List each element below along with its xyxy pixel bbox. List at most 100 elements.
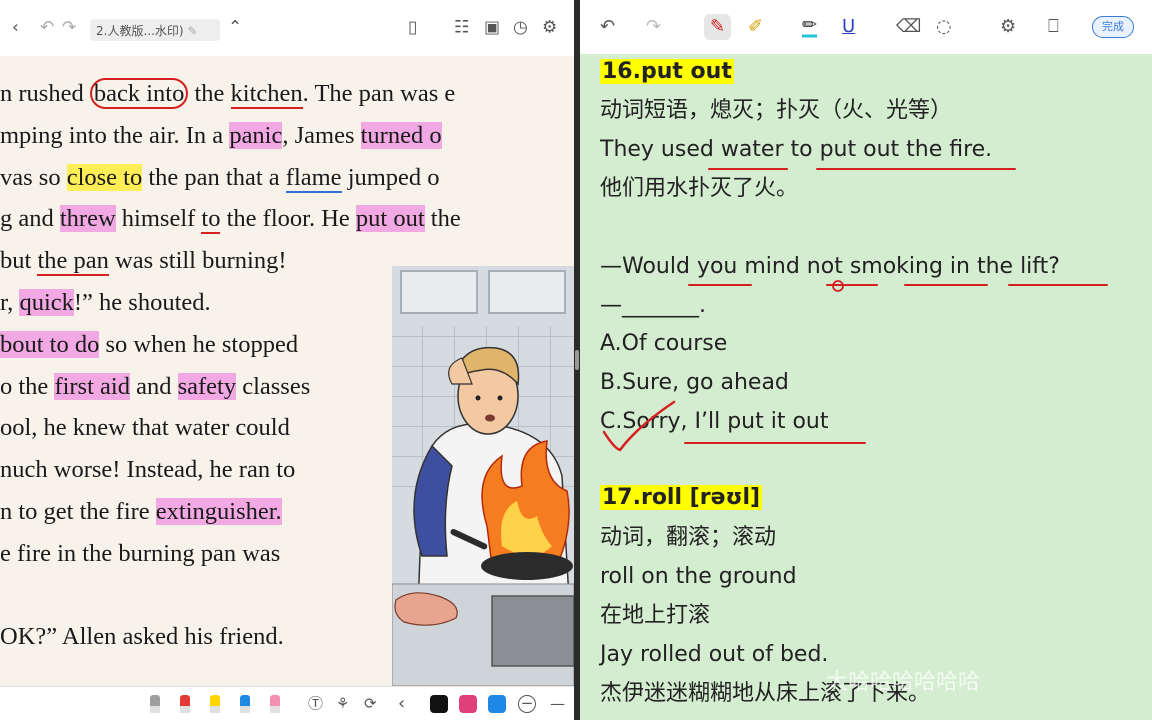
item17-translation: 在地上打滚 (600, 603, 711, 628)
pencil-icon[interactable]: ✎ (187, 24, 197, 38)
book-text-span: mping into the air. In a (0, 121, 230, 149)
book-line: mping into the air. In a panic, James tu… (0, 121, 442, 151)
item17-definition: 动词，翻滚；滚动 (600, 525, 777, 550)
book-line: e fire in the burning pan was (0, 539, 280, 569)
text-highlight-icon[interactable]: ✏ (802, 16, 818, 38)
document-title[interactable]: 2.人教版...水印) ✎ (90, 19, 220, 41)
redo-icon[interactable]: ↷ (62, 19, 76, 37)
chevron-left-icon[interactable]: ‹ (398, 695, 405, 713)
book-text-span: the (188, 80, 231, 107)
color-swatch[interactable] (430, 695, 448, 713)
ink-underline-put-out-the-fire (816, 168, 1016, 170)
done-button[interactable]: 完成 (1092, 16, 1134, 38)
pdf-reader-pane: ‹ ↶ ↷ 2.人教版...水印) ✎ ⌃ ▯ ☷ ▣ ◷ ⚙ n rushed… (0, 0, 574, 720)
zoom-out-button[interactable]: − (518, 695, 536, 713)
book-text-span: classes (236, 372, 311, 400)
annotated-text: panic (229, 121, 283, 149)
book-text-span: OK?” Allen asked his friend. (0, 623, 284, 651)
book-text-span: so when he stopped (99, 330, 299, 358)
kitchen-fire-illustration (392, 266, 574, 686)
annotated-text: first aid (54, 372, 130, 400)
book-line: o the first aid and safety classes (0, 372, 310, 402)
book-line: r, quick!” he shouted. (0, 288, 211, 318)
notes-canvas[interactable]: 16.put out 动词短语，熄灭；扑灭（火、光等） They used wa… (580, 54, 1152, 720)
pen-tool[interactable] (270, 695, 280, 713)
book-line: g and threw himself to the floor. He put… (0, 204, 461, 235)
book-text-span: g and (0, 205, 60, 233)
book-line: nuch worse! Instead, he ran to (0, 455, 295, 485)
book-text-span: n rushed (0, 80, 90, 107)
lasso-icon[interactable]: ◌ (936, 18, 952, 36)
book-text-span: . The pan was e (302, 80, 456, 107)
page-icon[interactable]: ▯ (408, 19, 417, 37)
boy-with-flaming-pan-drawing (392, 346, 574, 686)
text-recognize-icon[interactable]: ☷ (454, 19, 469, 37)
color-swatch[interactable] (488, 695, 506, 713)
book-line: but the pan was still burning! (0, 246, 287, 277)
pen-icon[interactable]: ✎ (704, 14, 732, 40)
annotated-text: safety (177, 372, 237, 400)
reader-toolbar: ‹ ↶ ↷ 2.人教版...水印) ✎ ⌃ ▯ ☷ ▣ ◷ ⚙ (0, 0, 574, 56)
item16-title: 16.put out (600, 59, 734, 84)
ink-underline-mind (688, 284, 752, 286)
answer-blank: —_______. (600, 293, 706, 318)
annotated-text: to (201, 205, 221, 235)
book-text-span: !” he shouted. (73, 289, 211, 316)
ink-underline-put-it-out (684, 442, 866, 444)
camera-icon[interactable]: ▣ (484, 19, 500, 37)
ink-underline-water (708, 168, 788, 170)
book-line: vas so close to the pan that a flame jum… (0, 163, 440, 193)
pen-tool[interactable] (240, 695, 250, 713)
pen-tool[interactable] (150, 695, 160, 713)
annotated-text: threw (59, 205, 116, 233)
book-line: bout to do so when he stopped (0, 330, 298, 360)
book-text-span: jumped o (341, 163, 440, 191)
color-swatch[interactable] (457, 693, 479, 715)
redo-icon[interactable]: ↷ (646, 18, 661, 36)
ink-underline-smoking (904, 284, 988, 286)
pen-tool[interactable] (180, 695, 190, 713)
book-text-span: himself (115, 205, 202, 233)
annotated-text: put out (355, 205, 425, 233)
item17-example: roll on the ground (600, 564, 797, 589)
eraser-icon[interactable]: ⌫ (896, 18, 921, 36)
shapes-icon[interactable]: ⚘ (336, 696, 349, 712)
book-line: n to get the fire extinguisher. (0, 497, 282, 527)
minus-icon[interactable]: — (550, 696, 565, 712)
annotated-text: bout to do (0, 330, 100, 358)
book-text-span: nuch worse! Instead, he ran to (0, 456, 296, 484)
undo-icon[interactable]: ↶ (600, 18, 615, 36)
annotated-text: flame (285, 163, 342, 193)
chevron-up-icon[interactable]: ⌃ (228, 19, 242, 37)
book-text-span: the floor. He (220, 205, 356, 233)
chevron-left-icon[interactable]: ‹ (12, 19, 19, 37)
ink-check-mark (602, 400, 676, 452)
item17-title: 17.roll [rəʊl] (600, 485, 763, 510)
clock-icon[interactable]: ◷ (513, 19, 528, 37)
undo-icon[interactable]: ↶ (40, 19, 54, 37)
book-text-span: ool, he knew that water could (0, 414, 290, 442)
book-text-span: o the (0, 372, 55, 400)
book-text-span: r, (0, 289, 20, 316)
book-text-span: and (129, 372, 178, 400)
underline-icon[interactable]: U (842, 18, 855, 36)
annotated-text: turned o (360, 121, 442, 149)
save-icon[interactable]: ⎕ (1048, 18, 1059, 36)
pen-tool[interactable] (210, 695, 220, 713)
ink-underline-lift (1008, 284, 1108, 286)
highlighter-icon[interactable]: ✐ (748, 18, 763, 36)
document-title-text: 2.人教版...水印) (96, 24, 184, 38)
annotated-text: back into (89, 78, 189, 109)
settings-icon[interactable]: ⚙ (1000, 18, 1016, 36)
option-a: A.Of course (600, 331, 728, 356)
divider-grip-handle[interactable] (575, 350, 579, 370)
notes-pane: ↶ ↷ ✎ ✐ ✏ U ⌫ ◌ ⚙ ⎕ 完成 16.put out 动词短语，熄… (580, 0, 1152, 720)
text-box-icon[interactable]: Ⓣ (308, 696, 323, 712)
settings-icon[interactable]: ⚙ (542, 19, 557, 37)
lasso-icon[interactable]: ⟳ (364, 696, 377, 712)
book-text-span: , James (282, 121, 361, 149)
annotated-text: kitchen (230, 80, 303, 109)
book-line: OK?” Allen asked his friend. (0, 622, 284, 652)
annotation-toolbar: Ⓣ ⚘ ⟳ ‹ − — (0, 686, 574, 720)
annotated-text: close to (66, 163, 143, 191)
